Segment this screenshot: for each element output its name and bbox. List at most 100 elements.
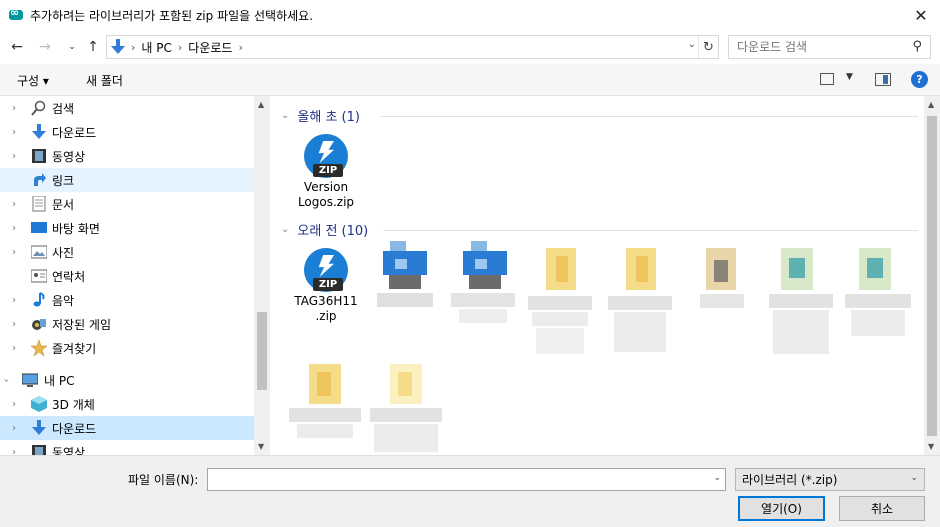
scroll-down-icon[interactable]: ▼ xyxy=(258,442,264,451)
redacted-file-item[interactable] xyxy=(769,248,833,358)
nav-item-3d-objects[interactable]: › 3D 개체 xyxy=(0,392,254,416)
chevron-right-icon[interactable]: › xyxy=(12,319,16,330)
chevron-right-icon[interactable]: › xyxy=(12,199,16,210)
chevron-down-icon[interactable]: ⌄ xyxy=(281,224,289,235)
chevron-right-icon[interactable]: › xyxy=(12,127,16,138)
nav-item-desktop[interactable]: › 바탕 화면 xyxy=(0,216,254,240)
nav-item-label: 바탕 화면 xyxy=(52,221,100,236)
search-icon[interactable]: ⚲ xyxy=(912,39,922,54)
nav-item-pictures[interactable]: › 사진 xyxy=(0,240,254,264)
chevron-right-icon[interactable]: › xyxy=(12,447,16,456)
group-header-label: 올해 초 (1) xyxy=(297,110,360,125)
open-button[interactable]: 열기(O) xyxy=(738,496,825,521)
redacted-file-item[interactable] xyxy=(528,248,592,358)
nav-item-label: 즐겨찾기 xyxy=(52,341,97,356)
redacted-file-item[interactable] xyxy=(845,248,911,338)
nav-item-videos-pc[interactable]: › 동영상 xyxy=(0,440,254,455)
group-header-label: 오래 전 (10) xyxy=(297,224,369,239)
favorites-icon xyxy=(30,339,48,357)
chevron-right-icon[interactable]: › xyxy=(12,223,16,234)
file-item[interactable]: ZIP Version Logos.zip xyxy=(288,134,364,210)
nav-item-documents[interactable]: › 문서 xyxy=(0,192,254,216)
close-button[interactable]: ✕ xyxy=(906,0,936,30)
forward-arrow-icon[interactable]: → xyxy=(34,36,56,58)
scroll-up-icon[interactable]: ▲ xyxy=(258,100,264,109)
chevron-right-icon[interactable]: › xyxy=(12,423,16,434)
search-box[interactable]: ⚲ xyxy=(728,35,931,59)
navigation-bar: ← → ⌄ ↑ › 내 PC › 다운로드 › ⌄ ↻ ⚲ xyxy=(0,30,940,64)
file-type-value: 라이브러리 (*.zip) xyxy=(742,473,838,487)
zip-file-icon: ZIP xyxy=(304,248,348,292)
chevron-right-icon[interactable]: › xyxy=(12,247,16,258)
address-dropdown-icon[interactable]: ⌄ xyxy=(688,39,696,50)
dialog-footer: 파일 이름(N): ⌄ 라이브러리 (*.zip) ⌄ 열기(O) 취소 xyxy=(0,455,940,527)
breadcrumb-separator[interactable]: › xyxy=(178,41,182,54)
chevron-down-icon[interactable]: › xyxy=(1,378,12,382)
search-input[interactable] xyxy=(737,40,907,54)
chevron-right-icon[interactable]: › xyxy=(12,151,16,162)
chevron-down-icon[interactable]: ⌄ xyxy=(713,473,721,483)
cancel-button[interactable]: 취소 xyxy=(839,496,925,521)
chevron-right-icon[interactable]: › xyxy=(12,103,16,114)
nav-item-search[interactable]: › 검색 xyxy=(0,96,254,120)
nav-item-downloads[interactable]: › 다운로드 xyxy=(0,120,254,144)
scroll-up-icon[interactable]: ▲ xyxy=(928,100,934,109)
view-options-dropdown-icon[interactable]: ▼ xyxy=(846,72,853,82)
redacted-file-item[interactable] xyxy=(696,248,748,312)
redacted-file-item[interactable] xyxy=(370,364,442,455)
redacted-file-item[interactable] xyxy=(608,248,672,356)
address-bar[interactable]: › 내 PC › 다운로드 › ⌄ ↻ xyxy=(106,35,719,59)
chevron-right-icon[interactable]: › xyxy=(12,343,16,354)
nav-item-label: 다운로드 xyxy=(52,421,97,436)
nav-item-downloads-pc[interactable]: › 다운로드 xyxy=(0,416,254,440)
chevron-down-icon[interactable]: ⌄ xyxy=(910,473,918,483)
scrollbar-thumb[interactable] xyxy=(257,312,267,390)
nav-item-label: 사진 xyxy=(52,245,75,260)
group-header-earlier-this-year[interactable]: ⌄ 올해 초 (1) xyxy=(281,106,360,125)
nav-item-videos[interactable]: › 동영상 xyxy=(0,144,254,168)
nav-item-favorites[interactable]: › 즐겨찾기 xyxy=(0,336,254,360)
nav-item-this-pc[interactable]: › 내 PC xyxy=(0,368,254,392)
contacts-icon xyxy=(30,268,48,284)
organize-menu-button[interactable]: 구성 ▾ xyxy=(17,72,49,89)
preview-pane-icon[interactable] xyxy=(875,73,891,86)
change-view-icon[interactable] xyxy=(820,73,834,85)
filename-field[interactable]: ⌄ xyxy=(207,468,726,491)
scrollbar-thumb[interactable] xyxy=(927,116,937,436)
nav-pane-scrollbar[interactable]: ▲ ▼ xyxy=(254,96,270,455)
redacted-file-item[interactable] xyxy=(451,241,515,329)
nav-item-contacts[interactable]: 연락처 xyxy=(0,264,254,288)
link-icon xyxy=(31,172,47,188)
group-header-long-ago[interactable]: ⌄ 오래 전 (10) xyxy=(281,220,368,239)
nav-item-label: 저장된 게임 xyxy=(52,317,112,332)
video-icon xyxy=(31,444,47,455)
chevron-right-icon[interactable]: › xyxy=(12,295,16,306)
arduino-app-icon xyxy=(9,6,23,20)
nav-item-links[interactable]: 링크 xyxy=(0,168,254,192)
content-scrollbar[interactable]: ▲ ▼ xyxy=(924,96,940,455)
nav-item-saved-games[interactable]: › 저장된 게임 xyxy=(0,312,254,336)
breadcrumb-downloads[interactable]: 다운로드 xyxy=(188,39,232,56)
breadcrumb-this-pc[interactable]: 내 PC xyxy=(141,39,171,56)
file-item[interactable]: ZIP TAG36H11 .zip xyxy=(288,248,364,324)
file-type-filter[interactable]: 라이브러리 (*.zip) ⌄ xyxy=(735,468,925,491)
chevron-down-icon[interactable]: ⌄ xyxy=(281,110,289,121)
recent-locations-chevron-icon[interactable]: ⌄ xyxy=(61,36,83,58)
redacted-file-item[interactable] xyxy=(289,364,361,440)
refresh-icon[interactable]: ↻ xyxy=(698,36,718,58)
this-pc-icon xyxy=(21,372,39,388)
up-arrow-icon[interactable]: ↑ xyxy=(82,36,104,58)
download-arrow-icon xyxy=(31,420,47,436)
help-button[interactable]: ? xyxy=(911,71,928,88)
download-arrow-icon xyxy=(31,124,47,140)
nav-item-music[interactable]: › 음악 xyxy=(0,288,254,312)
scroll-down-icon[interactable]: ▼ xyxy=(928,442,934,451)
file-list: ⌄ 올해 초 (1) ZIP Version Logos.zip ⌄ 오래 전 … xyxy=(271,96,923,455)
chevron-right-icon[interactable]: › xyxy=(12,399,16,410)
new-folder-button[interactable]: 새 폴더 xyxy=(86,72,123,89)
nav-item-label: 문서 xyxy=(52,197,75,212)
redacted-file-item[interactable] xyxy=(377,241,433,311)
breadcrumb-separator[interactable]: › xyxy=(238,41,242,54)
back-arrow-icon[interactable]: ← xyxy=(6,36,28,58)
video-icon xyxy=(31,148,47,164)
